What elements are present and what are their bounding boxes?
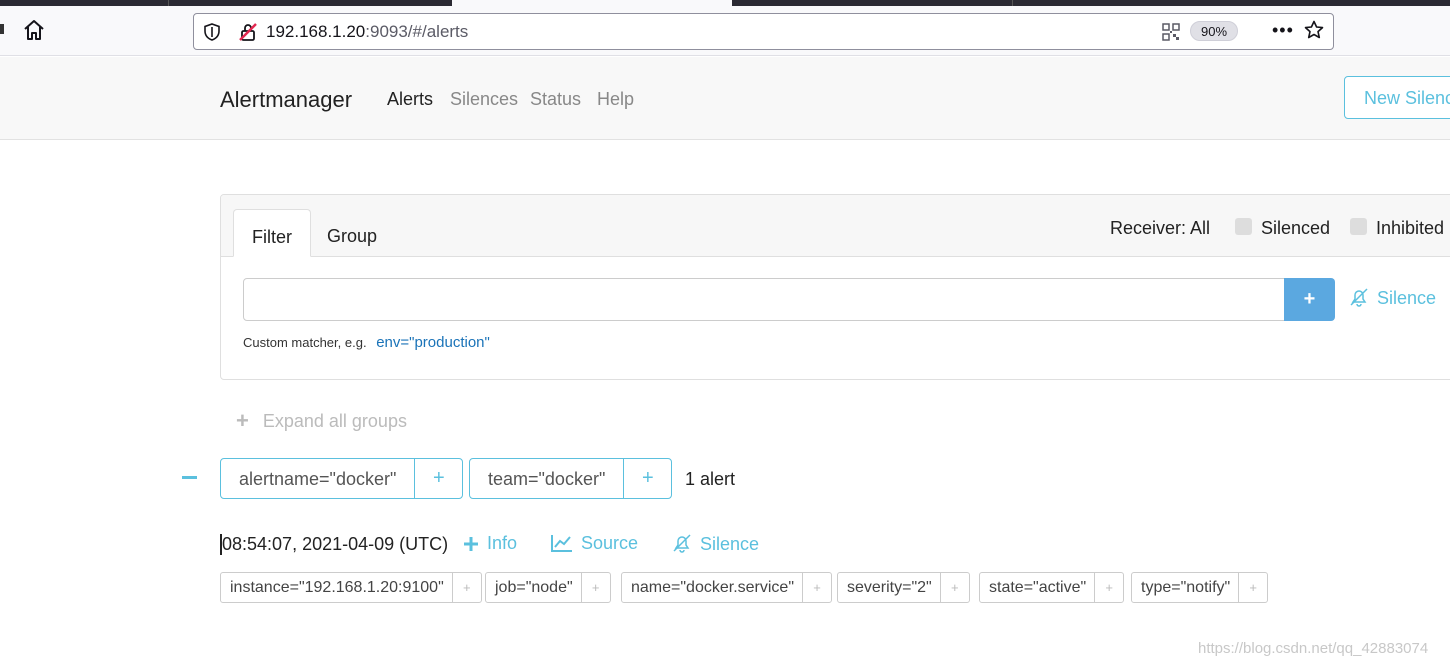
group-matcher-label[interactable]: alertname="docker" [221, 459, 416, 498]
alert-label-chip: instance="192.168.1.20:9100" + [220, 572, 482, 603]
alert-label-text[interactable]: job="node" [486, 573, 582, 602]
add-label-filter-button[interactable]: + [803, 573, 831, 602]
tab-group[interactable]: Group [309, 209, 395, 257]
bell-slash-icon [673, 534, 691, 553]
plus-icon [464, 537, 478, 551]
silenced-checkbox[interactable] [1235, 218, 1252, 235]
alert-label-chip: name="docker.service" + [621, 572, 832, 603]
receiver-dropdown[interactable]: Receiver: All [1110, 218, 1210, 239]
inhibited-checkbox-label[interactable]: Inhibited [1376, 218, 1444, 239]
source-label: Source [581, 533, 639, 553]
expand-all-groups-button[interactable]: + Expand all groups [236, 408, 407, 434]
alert-count: 1 alert [685, 469, 736, 489]
back-icon[interactable] [0, 24, 4, 34]
qr-code-icon[interactable] [1162, 23, 1180, 46]
zoom-level-badge[interactable]: 90% [1190, 21, 1239, 41]
add-group-matcher-button[interactable]: + [415, 459, 462, 498]
add-label-filter-button[interactable]: + [1239, 573, 1267, 602]
home-icon[interactable] [22, 18, 46, 42]
expand-all-label: Expand all groups [262, 411, 407, 431]
inhibited-checkbox[interactable] [1350, 218, 1367, 235]
alert-label-chip: severity="2" + [837, 572, 970, 603]
helper-label: Custom matcher, e.g. [243, 335, 367, 350]
add-matcher-button[interactable]: + [1284, 278, 1335, 321]
watermark-text: https://blog.csdn.net/qq_42883074 [1198, 640, 1429, 657]
silence-label: Silence [700, 534, 760, 554]
alert-label-chip: state="active" + [979, 572, 1125, 603]
tab-filter[interactable]: Filter [233, 209, 311, 257]
url-bar[interactable]: 192.168.1.20:9093/#/alerts 90% ••• [193, 13, 1334, 50]
bell-slash-icon [1350, 288, 1368, 307]
alert-label-text[interactable]: name="docker.service" [622, 573, 803, 602]
silence-filter-link[interactable]: Silence [1349, 287, 1436, 309]
app-navbar: Alertmanager Alerts Silences Status Help… [0, 57, 1450, 140]
add-label-filter-button[interactable]: + [582, 573, 610, 602]
add-label-filter-button[interactable]: + [453, 573, 481, 602]
alert-label-text[interactable]: type="notify" [1132, 573, 1240, 602]
filter-card-header: Filter Group Receiver: All Silenced Inhi… [221, 195, 1450, 257]
insecure-lock-icon[interactable] [238, 22, 258, 47]
group-matcher-label[interactable]: team="docker" [470, 459, 625, 498]
plus-icon: + [236, 408, 249, 433]
group-matcher-chip: alertname="docker" + [220, 458, 464, 499]
nav-link-help[interactable]: Help [597, 89, 634, 110]
add-label-filter-button[interactable]: + [941, 573, 969, 602]
new-silence-button[interactable]: New Silence [1344, 76, 1450, 119]
add-group-matcher-button[interactable]: + [624, 459, 671, 498]
matcher-helper-text: Custom matcher, e.g. env="production" [243, 334, 490, 351]
add-label-filter-button[interactable]: + [1095, 573, 1123, 602]
collapse-group-icon[interactable] [182, 476, 197, 479]
browser-toolbar: 192.168.1.20:9093/#/alerts 90% ••• [0, 6, 1450, 56]
url-host: 192.168.1.20 [266, 22, 366, 41]
alert-source-link[interactable]: Source [551, 533, 638, 554]
nav-link-silences[interactable]: Silences [450, 89, 518, 110]
alert-silence-link[interactable]: Silence [672, 533, 759, 555]
silence-filter-label: Silence [1377, 288, 1437, 308]
alert-label-text[interactable]: state="active" [980, 573, 1096, 602]
alert-label-text[interactable]: severity="2" [838, 573, 941, 602]
silenced-checkbox-label[interactable]: Silenced [1261, 218, 1330, 239]
alert-label-chip: job="node" + [485, 572, 611, 603]
helper-example-link[interactable]: env="production" [376, 334, 490, 351]
alert-timestamp: 08:54:07, 2021-04-09 (UTC) [220, 534, 449, 555]
url-path: :9093/#/alerts [365, 22, 469, 41]
alert-label-chip: type="notify" + [1131, 572, 1269, 603]
chart-line-icon [551, 535, 572, 552]
more-actions-icon[interactable]: ••• [1272, 20, 1294, 41]
nav-link-alerts[interactable]: Alerts [387, 89, 433, 110]
matcher-input[interactable] [243, 278, 1285, 321]
brand-logo[interactable]: Alertmanager [220, 87, 352, 113]
tracking-shield-icon[interactable] [204, 23, 220, 46]
filter-card: Filter Group Receiver: All Silenced Inhi… [220, 194, 1450, 380]
bookmark-star-icon[interactable] [1304, 20, 1324, 45]
group-matcher-chip: team="docker" + [469, 458, 673, 499]
alert-label-text[interactable]: instance="192.168.1.20:9100" [221, 573, 453, 602]
alert-info-button[interactable]: Info [463, 533, 517, 554]
nav-link-status[interactable]: Status [530, 89, 581, 110]
url-text[interactable]: 192.168.1.20:9093/#/alerts [266, 22, 468, 42]
info-label: Info [487, 533, 518, 553]
